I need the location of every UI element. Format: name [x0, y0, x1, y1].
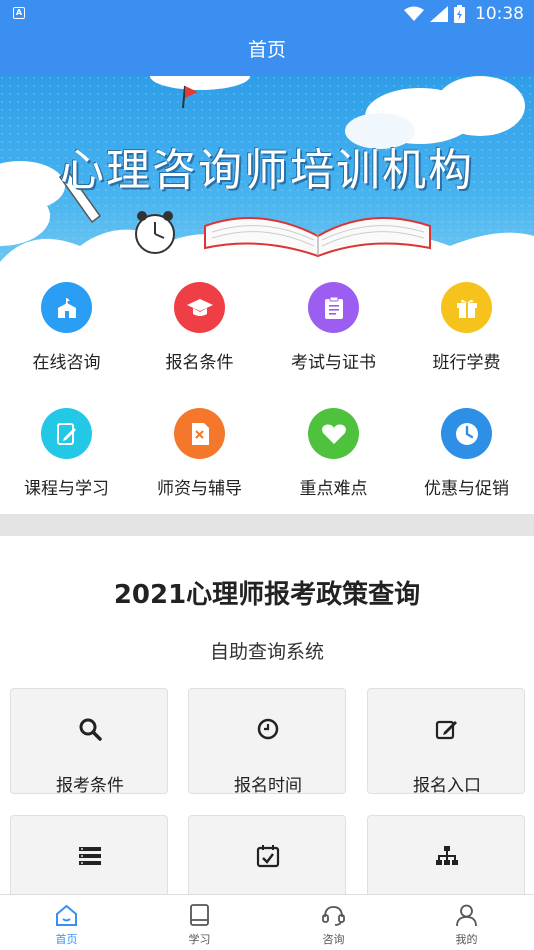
sitemap-icon	[436, 846, 458, 865]
tab-label: 咨询	[322, 933, 345, 946]
menu-item-label: 报名条件	[165, 353, 234, 373]
clock-time: 10:38	[475, 4, 524, 24]
home-icon	[56, 904, 77, 926]
section-divider	[0, 514, 534, 536]
tab-label: 学习	[188, 933, 211, 946]
tab-label: 首页	[55, 933, 78, 946]
menu-item-teachers[interactable]: 师资与辅导	[133, 388, 266, 514]
heart-icon	[308, 408, 359, 459]
book-icon	[190, 904, 209, 926]
edit-icon	[435, 720, 457, 740]
tab-consult[interactable]: 咨询	[267, 895, 400, 950]
signal-icon	[430, 6, 448, 22]
card-registration-entry[interactable]: 报名入口	[367, 688, 525, 796]
tab-home[interactable]: 首页	[0, 895, 133, 950]
menu-item-label: 在线咨询	[32, 353, 101, 373]
menu-item-label: 师资与辅导	[157, 479, 242, 499]
headset-icon	[322, 906, 345, 926]
card-label: 报名时间	[234, 776, 302, 796]
menu-item-label: 班行学费	[432, 353, 501, 373]
edit-book-icon	[41, 408, 92, 459]
page-title: 首页	[0, 28, 534, 76]
clock-icon	[441, 408, 492, 459]
document-icon	[174, 408, 225, 459]
policy-subtitle: 自助查询系统	[209, 641, 324, 663]
tab-mine[interactable]: 我的	[400, 895, 533, 950]
menu-item-label: 考试与证书	[291, 353, 376, 373]
menu-item-key-points[interactable]: 重点难点	[267, 388, 400, 514]
clipboard-icon	[308, 282, 359, 333]
wifi-icon	[404, 6, 424, 21]
menu-item-exam-certificate[interactable]: 考试与证书	[267, 262, 400, 388]
gift-icon	[441, 282, 492, 333]
list-icon	[79, 847, 101, 865]
status-bar: A 10:38	[0, 0, 534, 28]
graduation-cap-icon	[174, 282, 225, 333]
tab-label: 我的	[455, 933, 478, 946]
search-icon	[79, 718, 102, 741]
policy-title: 2021心理师报考政策查询	[113, 580, 421, 610]
menu-grid: 在线咨询 报名条件 考试与证书 班行学费 课程与学习 师资与辅导 重点难点 优惠…	[0, 262, 534, 514]
app-notification-icon: A	[13, 7, 25, 19]
card-exam-requirements[interactable]: 报考条件	[10, 688, 168, 796]
school-icon	[41, 282, 92, 333]
card-registration-time[interactable]: 报名时间	[188, 688, 346, 796]
menu-item-label: 重点难点	[299, 479, 368, 499]
status-icons: 10:38	[404, 3, 524, 25]
menu-item-requirements[interactable]: 报名条件	[133, 262, 266, 388]
hero-banner[interactable]: 心理咨询师培训机构	[0, 76, 534, 262]
menu-item-courses[interactable]: 课程与学习	[0, 388, 133, 514]
menu-item-online-consult[interactable]: 在线咨询	[0, 262, 133, 388]
clock-icon	[257, 718, 279, 740]
calendar-check-icon	[256, 845, 280, 868]
battery-icon	[454, 5, 465, 23]
card-label: 报考条件	[56, 776, 124, 796]
tab-study[interactable]: 学习	[133, 895, 266, 950]
menu-item-label: 优惠与促销	[424, 479, 509, 499]
card-label: 报名入口	[413, 776, 481, 796]
menu-item-promotions[interactable]: 优惠与促销	[400, 388, 533, 514]
banner-title: 心理咨询师培训机构	[60, 145, 474, 196]
user-icon	[456, 904, 477, 927]
bottom-nav: 首页 学习 咨询 我的	[0, 894, 534, 950]
menu-item-tuition[interactable]: 班行学费	[400, 262, 533, 388]
menu-item-label: 课程与学习	[24, 479, 109, 499]
